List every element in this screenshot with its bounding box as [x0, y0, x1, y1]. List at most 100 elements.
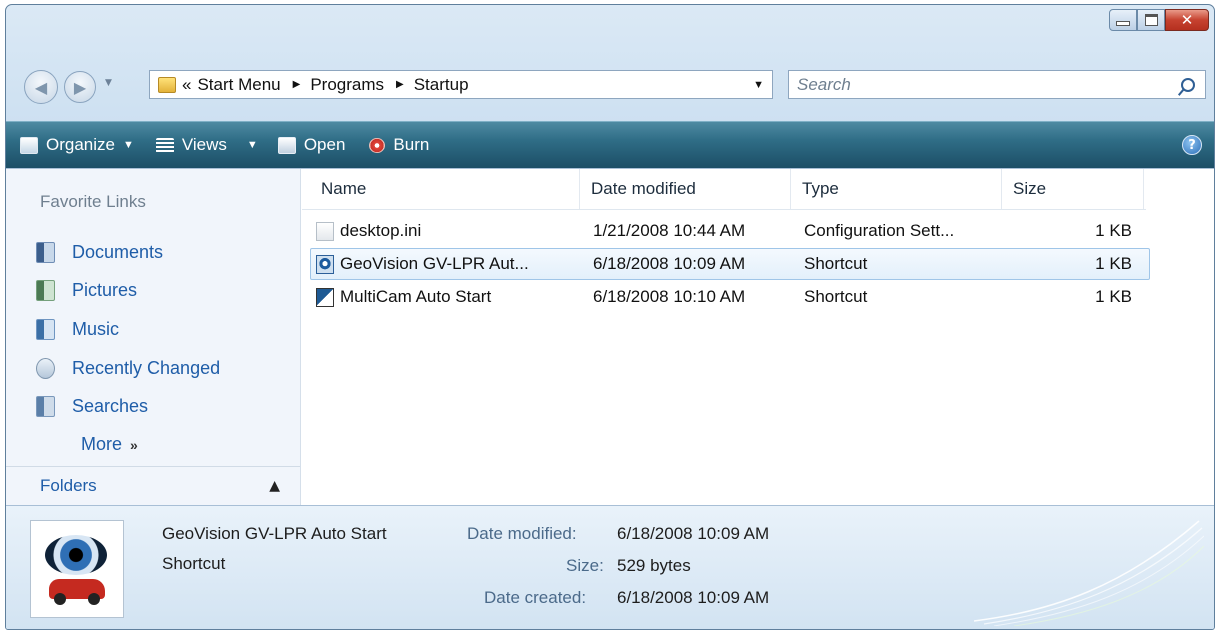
- file-row-desktop-ini[interactable]: desktop.ini 1/21/2008 10:44 AM Configura…: [310, 215, 1150, 247]
- file-name-cell: GeoVision GV-LPR Aut...: [316, 248, 580, 280]
- details-file-type: Shortcut: [162, 554, 226, 573]
- column-header-name[interactable]: Name: [310, 169, 580, 209]
- back-button[interactable]: ◀: [24, 70, 58, 104]
- double-chevron-icon: »: [130, 436, 138, 453]
- column-header-label: Type: [802, 179, 839, 198]
- sidebar-item-label: Recently Changed: [72, 357, 221, 378]
- file-name-cell: desktop.ini: [316, 215, 580, 247]
- file-type-cell: Shortcut: [804, 254, 868, 273]
- open-button[interactable]: Open: [277, 135, 346, 155]
- sidebar-item-searches[interactable]: Searches: [36, 387, 220, 426]
- breadcrumb-start-menu[interactable]: Start Menu: [197, 75, 280, 95]
- sidebar-item-documents[interactable]: Documents: [36, 233, 220, 272]
- column-header-label: Date modified: [591, 179, 696, 198]
- searches-icon: [36, 396, 55, 418]
- organize-button[interactable]: Organize ▼: [20, 135, 134, 155]
- file-size-cell: 1 KB: [1095, 221, 1132, 240]
- sidebar-item-music[interactable]: Music: [36, 310, 220, 349]
- details-pane: GeoVision GV-LPR Auto Start Shortcut Dat…: [6, 505, 1214, 629]
- breadcrumb-separator-icon[interactable]: ▶: [396, 79, 404, 90]
- navigation-pane: Favorite Links Documents Pictures Music …: [6, 169, 301, 505]
- sidebar-item-label: Music: [72, 318, 120, 339]
- favorite-links-list: Documents Pictures Music Recently Change…: [36, 233, 220, 464]
- folders-label: Folders: [40, 476, 97, 495]
- content-area: Favorite Links Documents Pictures Music …: [6, 168, 1214, 505]
- sidebar-item-pictures[interactable]: Pictures: [36, 272, 220, 311]
- details-file-name: GeoVision GV-LPR Auto Start: [162, 524, 387, 543]
- file-date-cell: 6/18/2008 10:09 AM: [593, 254, 746, 273]
- file-size-cell: 1 KB: [1095, 287, 1132, 306]
- help-icon: ?: [1188, 137, 1196, 153]
- sidebar-item-recently-changed[interactable]: Recently Changed: [36, 349, 220, 388]
- column-header-date-modified[interactable]: Date modified: [580, 169, 791, 209]
- search-input[interactable]: Search: [797, 75, 851, 95]
- organize-label: Organize: [46, 135, 115, 154]
- breadcrumb-startup[interactable]: Startup: [414, 75, 469, 95]
- ini-file-icon: [316, 221, 334, 241]
- sidebar-item-label: Documents: [72, 241, 164, 262]
- eye-icon: [45, 535, 107, 575]
- forward-button[interactable]: ▶: [64, 71, 96, 103]
- open-icon: [277, 136, 296, 154]
- chevron-down-icon: ▼: [246, 139, 258, 151]
- burn-button[interactable]: Burn: [369, 135, 429, 155]
- file-name: desktop.ini: [340, 221, 422, 240]
- column-header-label: Size: [1013, 179, 1047, 198]
- geovision-shortcut-icon: [316, 254, 334, 274]
- multicam-shortcut-icon: [316, 287, 334, 307]
- column-header-size[interactable]: Size: [1002, 169, 1144, 209]
- favorite-links-heading: Favorite Links: [40, 192, 146, 211]
- maximize-icon: [1144, 14, 1158, 26]
- more-label: More: [81, 434, 123, 455]
- details-size-label: Size:: [566, 556, 604, 575]
- explorer-window: ✕ ◀ ▶ ▼ « Start Menu ▶ Programs ▶ Startu…: [5, 4, 1215, 630]
- caption-buttons: ✕: [1109, 9, 1209, 31]
- minimize-button[interactable]: [1109, 9, 1137, 31]
- details-date-created-value: 6/18/2008 10:09 AM: [617, 588, 770, 607]
- details-date-created-label: Date created:: [484, 588, 587, 607]
- recent-pages-dropdown[interactable]: ▼: [105, 78, 112, 88]
- command-bar: Organize ▼ Views ▼ Open Burn ?: [6, 121, 1214, 168]
- file-date-cell: 6/18/2008 10:10 AM: [593, 287, 746, 306]
- column-header-row: Name Date modified Type Size: [302, 169, 1146, 210]
- details-date-modified-label: Date modified:: [467, 524, 577, 543]
- minimize-icon: [1116, 20, 1130, 26]
- burn-disc-icon: [369, 137, 386, 153]
- breadcrumb-programs[interactable]: Programs: [310, 75, 384, 95]
- search-icon[interactable]: [1181, 77, 1195, 92]
- back-arrow-icon: ◀: [34, 77, 48, 97]
- sidebar-item-label: Searches: [72, 396, 149, 417]
- file-type-cell: Shortcut: [804, 287, 868, 306]
- address-dropdown-icon[interactable]: ▼: [753, 79, 764, 91]
- folders-toggle[interactable]: Folders ▲: [6, 466, 300, 505]
- file-name: MultiCam Auto Start: [340, 287, 492, 306]
- breadcrumb-overflow[interactable]: «: [182, 75, 191, 95]
- more-links-button[interactable]: More »: [81, 426, 220, 464]
- chevron-down-icon: ▼: [122, 139, 134, 151]
- navigation-bar: ◀ ▶ ▼ « Start Menu ▶ Programs ▶ Startup …: [6, 61, 1214, 105]
- file-row-multicam[interactable]: MultiCam Auto Start 6/18/2008 10:10 AM S…: [310, 281, 1150, 313]
- close-button[interactable]: ✕: [1165, 9, 1209, 31]
- forward-arrow-icon: ▶: [73, 77, 87, 97]
- close-icon: ✕: [1180, 11, 1194, 29]
- help-button[interactable]: ?: [1182, 135, 1202, 155]
- breadcrumb-separator-icon[interactable]: ▶: [293, 79, 301, 90]
- recently-changed-icon: [36, 357, 55, 379]
- file-name-cell: MultiCam Auto Start: [316, 281, 580, 313]
- address-bar[interactable]: « Start Menu ▶ Programs ▶ Startup ▼ ⇆: [149, 70, 904, 99]
- views-icon: [155, 137, 174, 153]
- column-header-type[interactable]: Type: [791, 169, 1002, 209]
- open-label: Open: [303, 135, 346, 154]
- column-header-label: Name: [321, 179, 367, 198]
- file-name: GeoVision GV-LPR Aut...: [340, 254, 529, 273]
- documents-icon: [36, 241, 55, 263]
- pictures-icon: [36, 280, 55, 302]
- file-list: Name Date modified Type Size desktop.ini…: [302, 169, 1214, 505]
- maximize-button[interactable]: [1137, 9, 1165, 31]
- chevron-up-icon: ▲: [269, 478, 280, 494]
- file-row-geovision[interactable]: GeoVision GV-LPR Aut... 6/18/2008 10:09 …: [310, 248, 1150, 280]
- car-icon: [49, 579, 105, 605]
- sidebar-item-label: Pictures: [72, 280, 138, 301]
- views-button[interactable]: Views ▼: [155, 135, 258, 155]
- search-box[interactable]: Search: [788, 70, 1206, 99]
